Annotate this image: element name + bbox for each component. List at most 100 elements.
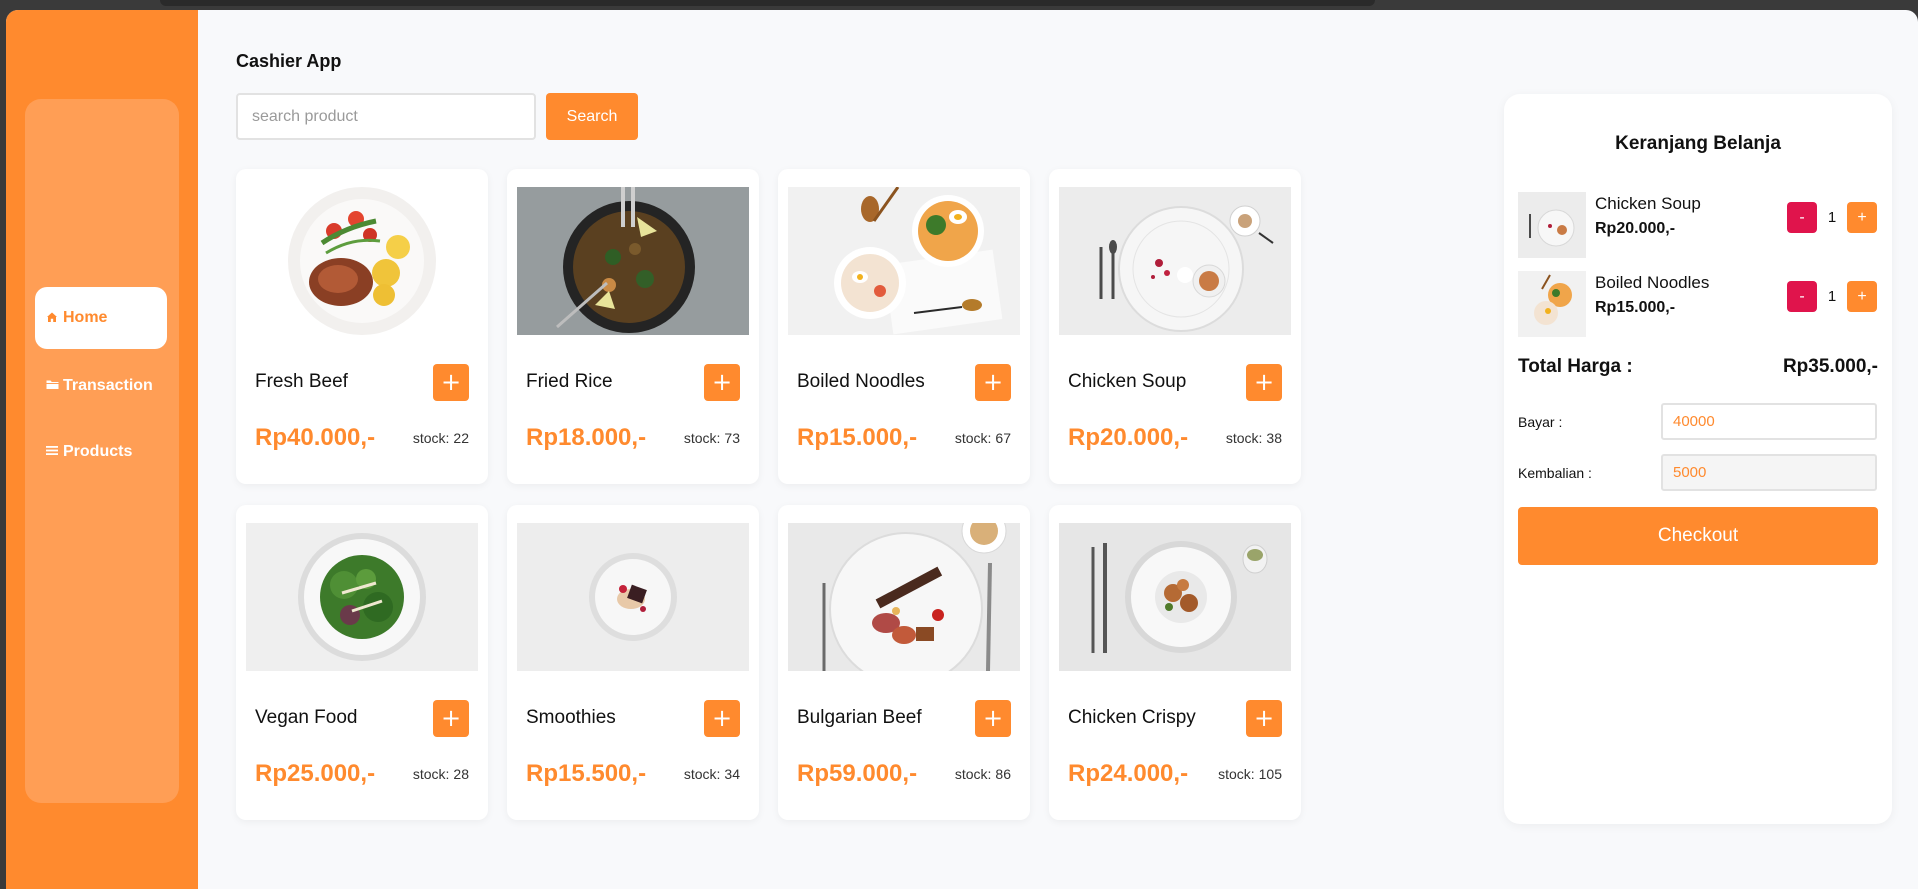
product-card: Smoothies + Rp15.500,- stock: 34 xyxy=(507,505,759,820)
cart-item: Boiled Noodles Rp15.000,- - 1 + xyxy=(1518,271,1878,337)
stock-label: stock: xyxy=(683,766,721,782)
product-card: Boiled Noodles + Rp15.000,- stock: 67 xyxy=(778,169,1030,484)
cart-item-name: Chicken Soup xyxy=(1595,194,1701,213)
sidebar-item-products[interactable]: Products xyxy=(35,421,167,483)
product-card: Chicken Crispy + Rp24.000,- stock: 105 xyxy=(1049,505,1301,820)
add-to-cart-button[interactable]: + xyxy=(975,700,1011,737)
stock-value: 22 xyxy=(453,430,469,446)
stock-label: stock: xyxy=(412,430,450,446)
product-price: Rp59.000,- xyxy=(797,760,918,787)
stock-value: 105 xyxy=(1258,766,1282,782)
product-image-chicken-soup xyxy=(1059,187,1291,335)
cart-item-thumbnail xyxy=(1518,271,1586,337)
cart-item-price: Rp20.000,- xyxy=(1595,220,1676,237)
product-card: Fresh Beef + Rp40.000,- stock: 22 xyxy=(236,169,488,484)
change-label: Kembalian : xyxy=(1518,465,1592,481)
product-price: Rp24.000,- xyxy=(1068,760,1189,787)
product-price: Rp20.000,- xyxy=(1068,424,1189,451)
product-card: Chicken Soup + Rp20.000,- stock: 38 xyxy=(1049,169,1301,484)
pay-input[interactable] xyxy=(1661,403,1877,440)
add-to-cart-button[interactable]: + xyxy=(433,700,469,737)
change-field xyxy=(1661,454,1877,491)
cart-item-price: Rp15.000,- xyxy=(1595,299,1676,316)
product-name: Chicken Crispy xyxy=(1068,707,1196,728)
product-name: Fried Rice xyxy=(526,371,613,392)
product-image-boiled-noodles xyxy=(788,187,1020,335)
product-image-bulgarian-beef xyxy=(788,523,1020,671)
stock-label: stock: xyxy=(954,430,992,446)
product-image-fresh-beef xyxy=(246,187,478,335)
sidebar-panel: Home Transaction Products xyxy=(25,99,179,803)
stock-value: 67 xyxy=(995,430,1011,446)
product-stock: stock: 28 xyxy=(413,766,469,782)
product-name: Boiled Noodles xyxy=(797,371,925,392)
sidebar-item-home[interactable]: Home xyxy=(35,287,167,349)
cart-item: Chicken Soup Rp20.000,- - 1 + xyxy=(1518,192,1878,258)
cart-item-thumbnail xyxy=(1518,192,1586,258)
decrease-qty-button[interactable]: - xyxy=(1787,202,1817,233)
product-stock: stock: 105 xyxy=(1218,766,1282,782)
decrease-qty-button[interactable]: - xyxy=(1787,281,1817,312)
product-card: Fried Rice + Rp18.000,- stock: 73 xyxy=(507,169,759,484)
product-name: Smoothies xyxy=(526,707,616,728)
main-content: Cashier App Search xyxy=(198,10,1918,889)
product-image-vegan-food xyxy=(246,523,478,671)
quantity-value: 1 xyxy=(1827,209,1837,226)
stock-value: 73 xyxy=(724,430,740,446)
stock-value: 28 xyxy=(453,766,469,782)
increase-qty-button[interactable]: + xyxy=(1847,202,1877,233)
quantity-value: 1 xyxy=(1827,288,1837,305)
folder-icon xyxy=(45,379,59,393)
search-input[interactable] xyxy=(236,93,536,140)
stock-value: 86 xyxy=(995,766,1011,782)
add-to-cart-button[interactable]: + xyxy=(433,364,469,401)
product-image-smoothies xyxy=(517,523,749,671)
total-value: Rp35.000,- xyxy=(1782,356,1878,377)
product-image-fried-rice xyxy=(517,187,749,335)
total-label: Total Harga : xyxy=(1518,356,1633,377)
page-title: Cashier App xyxy=(236,51,342,71)
sidebar-item-label: Transaction xyxy=(63,377,153,394)
sidebar: Home Transaction Products xyxy=(6,10,198,889)
add-to-cart-button[interactable]: + xyxy=(975,364,1011,401)
home-icon xyxy=(45,311,59,326)
sidebar-item-label: Products xyxy=(63,443,133,460)
product-price: Rp25.000,- xyxy=(255,760,376,787)
product-stock: stock: 22 xyxy=(413,430,469,446)
product-stock: stock: 38 xyxy=(1226,430,1282,446)
stock-label: stock: xyxy=(954,766,992,782)
add-to-cart-button[interactable]: + xyxy=(1246,700,1282,737)
pay-label: Bayar : xyxy=(1518,414,1563,430)
app-window: Home Transaction Products Cashier App Se… xyxy=(6,10,1918,889)
add-to-cart-button[interactable]: + xyxy=(704,364,740,401)
product-price: Rp15.500,- xyxy=(526,760,647,787)
product-stock: stock: 67 xyxy=(955,430,1011,446)
product-stock: stock: 73 xyxy=(684,430,740,446)
product-price: Rp18.000,- xyxy=(526,424,647,451)
stock-label: stock: xyxy=(412,766,450,782)
stock-label: stock: xyxy=(1218,766,1255,782)
product-name: Bulgarian Beef xyxy=(797,707,922,728)
checkout-button[interactable]: Checkout xyxy=(1518,507,1878,565)
add-to-cart-button[interactable]: + xyxy=(1246,364,1282,401)
increase-qty-button[interactable]: + xyxy=(1847,281,1877,312)
window-top-bar xyxy=(160,0,1375,6)
cart-title: Keranjang Belanja xyxy=(1615,133,1781,154)
product-image-chicken-crispy xyxy=(1059,523,1291,671)
product-stock: stock: 34 xyxy=(684,766,740,782)
menu-icon xyxy=(45,445,59,459)
stock-value: 34 xyxy=(724,766,740,782)
product-name: Fresh Beef xyxy=(255,371,348,392)
sidebar-item-transaction[interactable]: Transaction xyxy=(35,355,167,417)
sidebar-item-label: Home xyxy=(63,309,108,326)
add-to-cart-button[interactable]: + xyxy=(704,700,740,737)
cart-item-name: Boiled Noodles xyxy=(1595,273,1710,292)
stock-value: 38 xyxy=(1266,430,1282,446)
product-name: Chicken Soup xyxy=(1068,371,1187,392)
shopping-cart-panel: Keranjang Belanja Chicken Soup Rp20.000,… xyxy=(1504,94,1892,824)
product-stock: stock: 86 xyxy=(955,766,1011,782)
product-card: Bulgarian Beef + Rp59.000,- stock: 86 xyxy=(778,505,1030,820)
product-price: Rp40.000,- xyxy=(255,424,376,451)
search-button[interactable]: Search xyxy=(546,93,638,140)
product-name: Vegan Food xyxy=(255,707,358,728)
